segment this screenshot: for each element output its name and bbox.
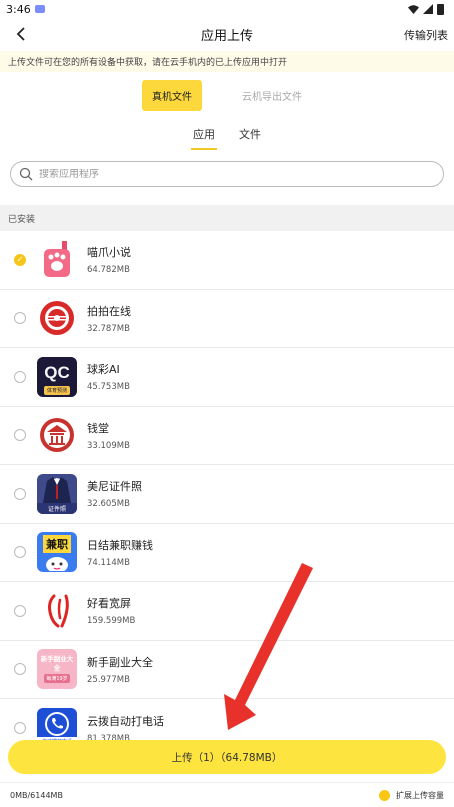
app-size: 74.114MB <box>87 557 130 568</box>
app-name: 拍拍在线 <box>87 304 131 318</box>
footer-bar: 0MB/6144MB 扩展上传容量 <box>0 782 454 807</box>
unchecked-radio[interactable] <box>14 663 26 676</box>
app-name: 钱堂 <box>87 421 109 435</box>
suit-icon: 证件照 <box>37 473 77 514</box>
cell-signal-icon <box>423 4 433 14</box>
nav-bar: 应用上传 传输列表 <box>0 18 454 51</box>
app-size: 33.109MB <box>87 440 130 451</box>
app-name: 球彩AI <box>87 363 120 377</box>
suit-icon-subtext: 证件照 <box>37 502 77 514</box>
qc-icon-text: QC <box>44 363 70 383</box>
app-name: 日结兼职赚钱 <box>87 538 153 552</box>
upload-button[interactable]: 上传（1）（64.78MB） <box>8 740 446 774</box>
app-name: 云拨自动打电话 <box>87 714 164 728</box>
storage-quota: 0MB/6144MB <box>10 790 63 800</box>
unchecked-radio[interactable] <box>14 604 26 617</box>
app-list: ✓ 喵爪小说 64.782MB 拍拍在线 32.787MB QC 体育预测 球彩… <box>0 231 454 758</box>
battery-icon <box>437 3 444 15</box>
app-size: 25.977MB <box>87 674 130 685</box>
tab-device-files[interactable]: 真机文件 <box>142 79 202 111</box>
app-size: 45.753MB <box>87 382 130 393</box>
installed-section-label: 已安装 <box>0 205 454 231</box>
status-time: 3:46 <box>6 2 31 16</box>
back-chevron-icon[interactable] <box>16 24 36 46</box>
status-bar: 3:46 <box>0 0 454 18</box>
wifi-icon <box>408 4 419 14</box>
unchecked-radio[interactable] <box>14 429 26 442</box>
fuye-icon-text: 新手副业大全 <box>40 655 74 672</box>
app-row[interactable]: 证件照 美尼证件照 32.605MB <box>0 465 454 524</box>
jianzhi-icon: 兼职 <box>37 532 77 573</box>
app-row[interactable]: QC 体育预测 球彩AI 45.753MB <box>0 348 454 407</box>
app-row[interactable]: 好看宽屏 159.599MB <box>0 582 454 641</box>
coin-icon <box>379 789 390 801</box>
temple-icon <box>37 415 77 456</box>
unchecked-radio[interactable] <box>14 722 26 735</box>
main-tabs: 真机文件 云机导出文件 <box>0 73 454 117</box>
app-size: 64.782MB <box>87 265 130 276</box>
app-size: 159.599MB <box>87 616 136 627</box>
app-row[interactable]: 拍拍在线 32.787MB <box>0 290 454 348</box>
jianzhi-icon-text: 兼职 <box>43 535 71 554</box>
expand-capacity-label: 扩展上传容量 <box>396 790 444 800</box>
app-row[interactable]: 钱堂 33.109MB <box>0 407 454 465</box>
search-icon <box>19 167 33 181</box>
paw-icon <box>37 239 77 280</box>
app-row[interactable]: 新手副业大全 每满19岁 新手副业大全 25.977MB <box>0 641 454 699</box>
app-row[interactable]: ✓ 喵爪小说 64.782MB <box>0 231 454 290</box>
unchecked-radio[interactable] <box>14 546 26 559</box>
unchecked-radio[interactable] <box>14 487 26 500</box>
transfer-list-link[interactable]: 传输列表 <box>404 27 448 43</box>
brush-icon <box>37 590 77 631</box>
tab-apps[interactable]: 应用 <box>191 126 217 150</box>
qc-icon-subtext: 体育预测 <box>43 386 70 396</box>
app-name: 美尼证件照 <box>87 480 142 494</box>
expand-capacity-link[interactable]: 扩展上传容量 <box>379 789 444 801</box>
search-input[interactable] <box>39 168 443 180</box>
app-size: 32.605MB <box>87 499 130 510</box>
fuye-icon-subtext: 每满19岁 <box>44 674 70 684</box>
qc-icon: QC 体育预测 <box>37 356 77 397</box>
unchecked-radio[interactable] <box>14 312 26 325</box>
tab-files[interactable]: 文件 <box>239 126 261 150</box>
app-row[interactable]: 兼职 日结兼职赚钱 74.114MB <box>0 524 454 582</box>
sub-tabs: 应用 文件 <box>0 117 454 150</box>
search-container <box>0 150 454 196</box>
app-size: 32.787MB <box>87 323 130 334</box>
page-title: 应用上传 <box>200 29 253 44</box>
fuye-icon: 新手副业大全 每满19岁 <box>37 649 77 690</box>
unchecked-radio[interactable] <box>14 370 26 383</box>
notice-banner: 上传文件可在您的所有设备中获取，请在云手机内的已上传应用中打开 <box>0 51 454 72</box>
search-box[interactable] <box>10 161 444 187</box>
tab-cloud-export-files[interactable]: 云机导出文件 <box>232 80 312 111</box>
app-name: 好看宽屏 <box>87 597 131 611</box>
target-icon <box>37 298 77 339</box>
app-name: 新手副业大全 <box>87 655 153 669</box>
checked-radio[interactable]: ✓ <box>14 253 26 266</box>
notification-app-icon <box>34 5 45 13</box>
app-name: 喵爪小说 <box>87 246 131 260</box>
